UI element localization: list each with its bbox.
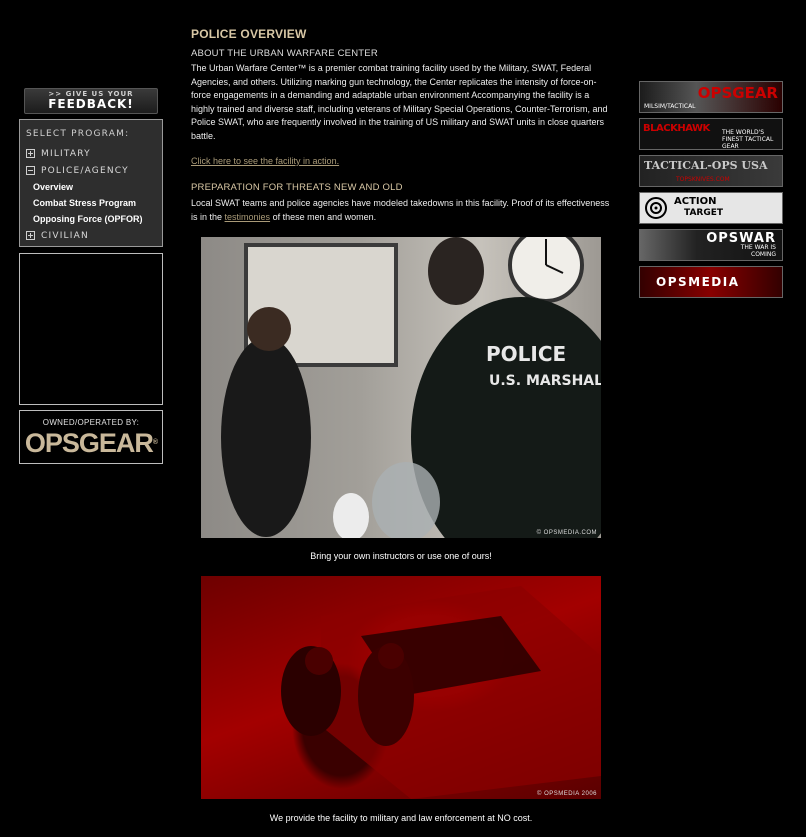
ad-opswar[interactable]: OPSWAR THE WAR IS COMING: [639, 229, 783, 261]
subnav-overview[interactable]: Overview: [33, 179, 162, 195]
opsgear-logo-text: OPSGEAR: [24, 428, 154, 458]
feedback-banner[interactable]: >> GIVE US YOUR FEEDBACK!: [24, 88, 158, 114]
prep-paragraph: Local SWAT teams and police agencies hav…: [191, 197, 611, 224]
svg-text:U.S. MARSHAL: U.S. MARSHAL: [489, 373, 601, 389]
program-police-agency[interactable]: POLICE/AGENCY: [26, 162, 162, 179]
registered-mark: ®: [152, 439, 158, 446]
ad-opsgear-sub: MILSIM/TACTICAL: [644, 103, 696, 110]
vehicle-photo-illustration: [281, 586, 601, 799]
photo-watermark: © OPSMEDIA.COM: [536, 530, 597, 536]
ad-tactical-ops-title: TACTICAL-OPS USA: [644, 159, 768, 172]
collapse-minus-icon[interactable]: [26, 166, 35, 175]
ad-blackhawk-title: BLACKHAWK: [643, 123, 710, 134]
ad-blackhawk[interactable]: BLACKHAWK THE WORLD'S FINEST TACTICAL GE…: [639, 118, 783, 150]
ad-blackhawk-sub: THE WORLD'S FINEST TACTICAL GEAR: [722, 129, 774, 150]
ad-action-target-sub: TARGET: [684, 208, 724, 218]
program-selector: SELECT PROGRAM: MILITARY POLICE/AGENCY O…: [19, 119, 163, 247]
subnav-combat-stress-program[interactable]: Combat Stress Program: [33, 195, 162, 211]
program-selector-header: SELECT PROGRAM:: [26, 129, 130, 139]
prep-heading: PREPARATION FOR THREATS NEW AND OLD: [191, 182, 403, 193]
feedback-banner-main: FEEDBACK!: [48, 97, 134, 111]
ad-action-target-title: ACTION: [674, 196, 717, 207]
facility-link[interactable]: Click here to see the facility in action…: [191, 156, 339, 166]
sidebar-empty-panel: [19, 253, 163, 405]
program-civilian[interactable]: CIVILIAN: [26, 227, 162, 244]
target-icon: [645, 197, 667, 219]
program-police-agency-label: POLICE/AGENCY: [41, 165, 129, 176]
program-military[interactable]: MILITARY: [26, 145, 162, 162]
subnav-opfor[interactable]: Opposing Force (OPFOR): [33, 211, 162, 227]
ad-action-target[interactable]: ACTION TARGET: [639, 192, 783, 224]
ad-opsmedia-title: OPSMEDIA: [656, 275, 740, 289]
facility-link-row: Click here to see the facility in action…: [191, 155, 611, 169]
ad-opswar-sub: THE WAR IS COMING: [740, 244, 776, 258]
ad-opsgear-title: OPSGEAR: [697, 84, 778, 102]
expand-plus-icon[interactable]: [26, 231, 35, 240]
about-paragraph: The Urban Warfare Center™ is a premier c…: [191, 63, 608, 141]
photo1-caption: Bring your own instructors or use one of…: [310, 551, 492, 561]
svg-text:POLICE: POLICE: [486, 342, 566, 366]
photo2-caption: We provide the facility to military and …: [269, 813, 533, 823]
swat-training-photo: POLICE U.S. MARSHAL © OPSMEDIA.COM: [201, 237, 601, 538]
ad-opsgear[interactable]: OPSGEAR MILSIM/TACTICAL: [639, 81, 783, 113]
ad-tactical-ops-sub: TOPSKNIVES.COM: [676, 176, 730, 183]
testimonies-link[interactable]: testimonies: [225, 212, 271, 222]
photo-watermark: © OPSMEDIA 2006: [537, 791, 597, 797]
ad-opsmedia[interactable]: OPSMEDIA: [639, 266, 783, 298]
prep-text-end: of these men and women.: [270, 211, 377, 222]
owned-by-label: OWNED/OPERATED BY:: [42, 418, 140, 427]
ad-tactical-ops[interactable]: TACTICAL-OPS USA TOPSKNIVES.COM: [639, 155, 783, 187]
owned-by-panel[interactable]: OWNED/OPERATED BY: OPSGEAR®: [19, 410, 163, 464]
vehicle-assault-photo: © OPSMEDIA 2006: [201, 576, 601, 799]
page-title: POLICE OVERVIEW: [191, 27, 307, 41]
opsgear-logo: OPSGEAR®: [20, 428, 162, 458]
about-heading: ABOUT THE URBAN WARFARE CENTER: [191, 48, 378, 59]
program-military-label: MILITARY: [41, 148, 91, 159]
program-civilian-label: CIVILIAN: [41, 230, 89, 241]
expand-plus-icon[interactable]: [26, 149, 35, 158]
swat-photo-illustration: POLICE U.S. MARSHAL: [221, 237, 601, 538]
